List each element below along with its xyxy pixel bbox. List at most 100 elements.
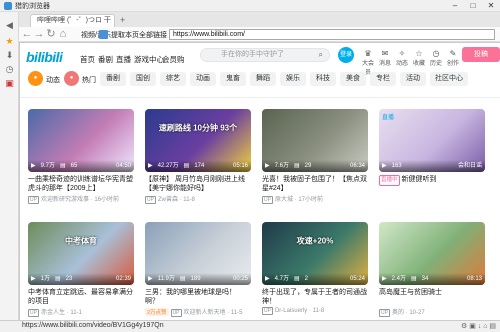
uploader-name[interactable]: 欢迎新研究游戏事 [41,197,89,203]
sidebar-toggle-icon[interactable]: ◀ [4,20,15,31]
uploader-name[interactable]: Zw曾森 [158,197,178,203]
maximize-button[interactable]: □ [464,0,482,12]
hot-link[interactable]: 热门 [82,75,96,85]
back-button[interactable]: ← [21,28,33,40]
video-meta: UP Zw曾森 · 11-8 [145,194,251,204]
bilibili-logo[interactable]: bilibili [26,49,63,65]
view-count: 7.6万 [274,163,289,169]
video-thumbnail[interactable]: ▶ 2.4万 ▤ 34 08:13 [379,222,485,285]
uploader-name[interactable]: 赤金人生 [41,310,65,316]
create-label: 创作 [446,61,459,67]
channel-pill[interactable]: 动画 [190,72,216,86]
star-icon[interactable]: ✧ [397,49,407,58]
crown-icon[interactable]: ♛ [363,49,373,58]
video-title[interactable]: 三男：我的哪里被地球是吗！ 啊？ [145,288,251,306]
video-thumbnail[interactable]: 攻速+20% ▶ 4.7万 ▤ 2 05:24 [262,222,368,285]
nav-game-center[interactable]: 游戏中心 [134,54,164,65]
download-icon[interactable]: ⬇ [4,50,15,61]
minimize-button[interactable]: – [446,0,464,12]
status-url: https://www.bilibili.com/video/BV1Gg4y19… [22,322,164,329]
refresh-button[interactable]: ↻ [45,28,57,40]
channel-pill[interactable]: 综艺 [160,72,186,86]
video-title[interactable]: 高岛魔王与贫困骑士 [379,288,485,297]
comment-count: 2 [304,276,308,282]
video-duration: 08:13 [466,276,482,282]
close-window-button[interactable]: ✕ [482,0,500,12]
video-title[interactable]: 【原神】 周月竹岛月刚刚进上线【美宁娜你能好吗】 [145,175,251,193]
video-thumbnail[interactable]: ▶ 9.7万 ▤ 65 04:50 [28,109,134,172]
nav-home[interactable]: 首页 [80,54,95,65]
play-icon: ▶ [31,276,36,282]
bulb-icon[interactable]: ✎ [448,49,458,58]
nav-live[interactable]: 直播 [116,54,131,65]
uploader-name[interactable]: Dr-Laisuerly [275,308,307,314]
divider [20,97,500,98]
video-thumbnail[interactable]: ▶ 11.9万 ▤ 189 00:25 [145,222,251,285]
channel-pill[interactable]: 国创 [130,72,156,86]
login-button[interactable]: 登录 [338,47,354,63]
channel-pill[interactable]: 舞蹈 [250,72,276,86]
video-title[interactable]: 光喜！我被固子包围了！【焦点双星#24】 [262,175,368,193]
video-meta: UP Dr-Laisuerly · 11-8 [262,307,368,315]
shop-icon[interactable]: ▣ [4,78,15,89]
history-icon[interactable]: ☆ [414,49,424,58]
dynamic-icon[interactable]: ● [28,71,43,86]
nav-member-shop[interactable]: 会员购 [162,54,185,65]
hot-icon[interactable]: ● [64,71,79,86]
search-input[interactable]: 手在你的手中守护了 ⌕ [200,48,330,62]
video-title[interactable]: 直播中 新健健听到 [379,175,485,186]
channel-pill[interactable]: 美食 [340,72,366,86]
channel-pill[interactable]: 番剧 [100,72,126,86]
nav-bangumi[interactable]: 番剧 [98,54,113,65]
address-bar[interactable]: https://www.bilibili.com/ [169,29,495,40]
comment-count: 65 [70,163,78,169]
thumbnail-stats: ▶ 2.4万 ▤ 34 08:13 [379,273,485,285]
clock-icon[interactable]: ◷ [4,64,15,75]
message-icon[interactable]: ✉ [380,49,390,58]
uploader-name[interactable]: 欢迎新人新天地 [184,310,226,316]
status-bar: https://www.bilibili.com/video/BV1Gg4y19… [0,320,500,332]
video-title-text: 新健健听到 [401,176,437,183]
video-duration: 02:39 [115,276,131,282]
comment-count: 174 [194,163,205,169]
video-thumbnail[interactable]: ▶ 7.6万 ▤ 29 06:34 [262,109,368,172]
extract-links-button[interactable]: 提取本页全部链接 [111,30,167,40]
dynamic-link[interactable]: 动态 [46,75,60,85]
new-tab-button[interactable]: + [120,15,125,25]
video-duration: 00:25 [232,276,248,282]
play-icon: ▶ [265,276,270,282]
channel-pill[interactable]: 活动 [400,72,426,86]
video-duration: 05:16 [232,163,248,169]
video-title[interactable]: 中考体育立定跳远、最容易拿满分的项目 [28,288,134,306]
search-icon[interactable]: ⌕ [319,49,323,61]
tab-bilibili[interactable]: 哔哩哔哩 (゜-゜)つロ 干杯~ [30,14,115,36]
channel-bar: ● 动态 ● 热门 番剧 国创 综艺 动画 鬼畜 舞蹈 娱乐 科技 美食 专栏 … [20,71,500,91]
danmaku-icon: ▤ [183,163,190,169]
channel-pill[interactable]: 鬼畜 [220,72,246,86]
video-thumbnail[interactable]: 直播 ▶ 163 会和日谣 [379,109,485,172]
forward-button[interactable]: → [33,28,45,40]
favorites-star-icon[interactable]: ★ [4,36,15,47]
message-label: 消息 [378,61,391,67]
upload-button[interactable]: 投稿 [462,47,500,62]
thumbnail-stats: ▶ 42.27万 ▤ 174 05:16 [145,160,251,172]
home-button[interactable]: ⌂ [57,28,69,40]
uploader-name[interactable]: 原大城 [275,197,293,203]
up-badge-icon: UP [262,196,273,204]
danmaku-icon: ▤ [179,276,186,282]
live-badge: 直播中 [379,175,400,186]
status-icons: ⚙ ▣ ↓ ⌂ ▤ [460,323,496,330]
video-thumbnail[interactable]: 速刷路线 10分钟 93个 ▶ 42.27万 ▤ 174 05:16 [145,109,251,172]
channel-pill[interactable]: 社区中心 [430,72,468,86]
thumbnail-overlay-text: 攻速+20% [296,236,334,246]
channel-pill[interactable]: 娱乐 [280,72,306,86]
video-title[interactable]: 终于出现了，专属于王者的司通战神！ [262,288,368,306]
upload-date: 11-8 [183,197,195,203]
danmaku-icon: ▤ [293,163,300,169]
video-title[interactable]: 一曲乘榜奇迹的训练谱坛华宪青塑虎斗的那年【2009上】 [28,175,134,193]
uploader-name[interactable]: 奥的 [392,310,404,316]
channel-pill[interactable]: 专栏 [370,72,396,86]
channel-pill[interactable]: 科技 [310,72,336,86]
clock-icon[interactable]: ◷ [431,49,441,58]
video-thumbnail[interactable]: 中考体育 ▶ 1万 ▤ 23 02:39 [28,222,134,285]
